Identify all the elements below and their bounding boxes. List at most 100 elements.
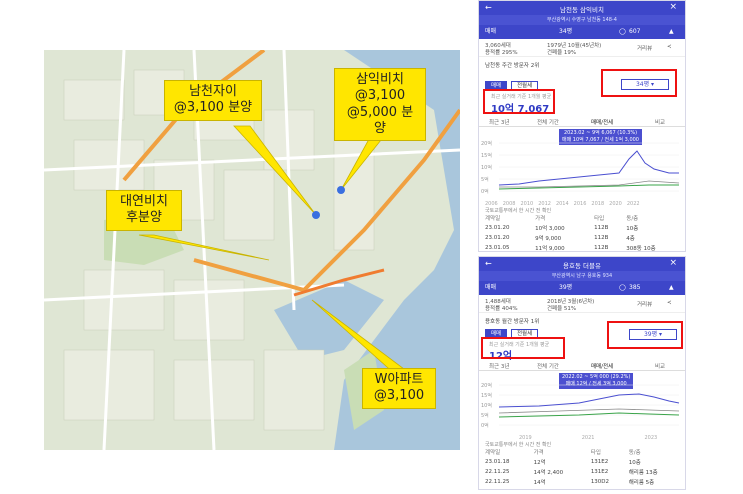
callout-daeyeon-status: 후분양	[126, 210, 162, 226]
namcheon-marker	[312, 211, 320, 219]
share-icon[interactable]: ≺	[667, 44, 672, 50]
share-icon[interactable]: ≺	[667, 300, 672, 306]
table-header: 계약일 가격 타입 동/층	[483, 213, 683, 223]
deals-table: 계약일 가격 타입 동/층 23.01.18 12억 131E2 10층 22.…	[483, 447, 683, 487]
cell-price: 12억	[533, 460, 546, 466]
cell-floor: 4층	[626, 236, 635, 242]
table-row[interactable]: 22.11.25 14억 130D2 해리룸 5층	[483, 477, 683, 487]
panel-address: 부산광역시 남구 용호동 934	[479, 271, 685, 281]
cell-date: 22.11.25	[485, 469, 510, 475]
floor-area-ratio: 용적률 295%	[485, 50, 518, 56]
callout-samik-price: @3,100	[354, 88, 406, 104]
comment-icon[interactable]: ◯	[619, 281, 626, 295]
col-price: 가격	[533, 450, 544, 456]
tab-3y[interactable]: 최근 3년	[489, 362, 509, 370]
size-select[interactable]: 34평	[559, 25, 572, 39]
cell-price: 14억	[533, 480, 546, 486]
table-row[interactable]: 22.11.25 14억 2,400 131E2 해리룸 13층	[483, 467, 683, 477]
callout-samik-name: 삼익비치	[356, 72, 404, 87]
table-row[interactable]: 23.01.20 9억 9,000 112B 4층	[483, 233, 683, 243]
highlight-price	[483, 89, 555, 114]
callout-w: W아파트 @3,100	[362, 368, 436, 409]
highlight-size	[607, 321, 683, 349]
y-tick: 0억	[481, 422, 489, 429]
cell-floor: 10층	[626, 226, 639, 232]
cell-type: 112B	[594, 235, 609, 241]
callout-w-name: W아파트	[374, 372, 424, 387]
price-chart: 20억 15억 10억 5억 0억	[481, 140, 680, 195]
close-icon[interactable]: ×	[669, 258, 677, 268]
cell-date: 23.01.18	[485, 459, 510, 465]
apartment-panel-samik: ← 남천동 삼익비치 × 부산광역시 수영구 남천동 148-4 매매 34평 …	[478, 0, 686, 252]
y-tick: 10억	[481, 402, 492, 409]
cell-price: 11억 9,000	[535, 246, 565, 252]
table-row[interactable]: 23.01.05 11억 9,000 112B 308동 10층	[483, 243, 683, 252]
trade-type-select[interactable]: 매매	[485, 281, 496, 295]
panel-selectors: 매매 34평 ◯ 607 ▲	[479, 25, 685, 39]
close-icon[interactable]: ×	[669, 2, 677, 12]
visitor-rank: 용호동 월간 방문자 1위	[485, 319, 540, 325]
cell-price: 9억 9,000	[535, 236, 562, 242]
x-tick: 2022	[626, 201, 640, 207]
callout-daeyeon-name: 대연비치	[120, 194, 168, 209]
x-tick: 2023	[644, 435, 658, 441]
y-tick: 20억	[481, 140, 492, 147]
y-tick: 15억	[481, 152, 492, 159]
bell-icon[interactable]: ▲	[669, 25, 674, 39]
cell-type: 131E2	[590, 459, 609, 465]
ref-line	[499, 180, 680, 188]
panel-header: ← 용호동 더블유 ×	[479, 257, 685, 271]
cell-type: 112B	[594, 225, 609, 231]
table-row[interactable]: 23.01.20 10억 3,000 112B 10층	[483, 223, 683, 233]
tab-all[interactable]: 전체 기간	[537, 362, 559, 370]
streetview-button[interactable]: 거리뷰	[637, 300, 652, 308]
col-price: 가격	[535, 216, 546, 222]
y-tick: 15억	[481, 392, 492, 399]
callout-namcheon-name: 남천자이	[189, 84, 237, 99]
samik-marker	[337, 186, 345, 194]
cell-type: 131E2	[590, 469, 609, 475]
cell-date: 23.01.05	[485, 245, 510, 251]
callout-samik: 삼익비치 @3,100 @5,000 분양	[334, 68, 426, 141]
floor-area-ratio: 용적률 404%	[485, 306, 518, 312]
table-header: 계약일 가격 타입 동/층	[483, 447, 683, 457]
col-type: 타입	[590, 450, 601, 456]
cell-floor: 10층	[628, 460, 641, 466]
deals-table: 계약일 가격 타입 동/층 23.01.20 10억 3,000 112B 10…	[483, 213, 683, 252]
tab-compare[interactable]: 비교	[655, 118, 665, 126]
streetview-button[interactable]: 거리뷰	[637, 44, 652, 52]
visitor-rank: 남천동 주간 방문자 2위	[485, 63, 540, 69]
table-row[interactable]: 23.01.18 12억 131E2 10층	[483, 457, 683, 467]
col-floor: 동/층	[626, 216, 639, 222]
ref-line	[498, 408, 680, 414]
bell-icon[interactable]: ▲	[669, 281, 674, 295]
trade-type-select[interactable]: 매매	[485, 25, 496, 39]
cell-type: 130D2	[590, 479, 610, 485]
cell-price: 14억 2,400	[533, 470, 564, 476]
panel-address: 부산광역시 수영구 남천동 148-4	[479, 15, 685, 25]
cell-floor: 해리룸 5층	[628, 480, 655, 486]
callout-namcheon-price: @3,100 분양	[173, 100, 253, 116]
comment-count: 607	[629, 28, 641, 35]
tab-all[interactable]: 전체 기간	[537, 118, 559, 126]
x-tick: 2021	[581, 435, 595, 441]
tab-compare[interactable]: 비교	[655, 362, 665, 370]
tab-sale-jeonse[interactable]: 매매/전세	[591, 118, 613, 126]
complex-info: 1,488세대 용적률 404% 2018년 3월(6년차) 건폐율 51% 거…	[479, 295, 685, 313]
cell-floor: 해리룸 13층	[628, 470, 658, 476]
y-tick: 10억	[481, 164, 492, 171]
tab-sale-jeonse[interactable]: 매매/전세	[591, 362, 613, 370]
col-date: 계약일	[485, 450, 501, 456]
callout-daeyeon: 대연비치 후분양	[106, 190, 182, 231]
coverage-ratio: 건폐율 19%	[547, 50, 577, 56]
map-view[interactable]: 남천자이 @3,100 분양 삼익비치 @3,100 @5,000 분양 대연비…	[44, 50, 460, 450]
y-tick: 5억	[481, 412, 489, 419]
y-tick: 0억	[481, 188, 489, 195]
apartment-panel-w: ← 용호동 더블유 × 부산광역시 남구 용호동 934 매매 39평 ◯ 38…	[478, 256, 686, 490]
tab-3y[interactable]: 최근 3년	[489, 118, 509, 126]
x-tick: 2014	[555, 201, 569, 207]
size-select[interactable]: 39평	[559, 281, 572, 295]
cell-date: 22.11.25	[485, 479, 510, 485]
cell-type: 112B	[594, 245, 609, 251]
comment-icon[interactable]: ◯	[619, 25, 626, 39]
